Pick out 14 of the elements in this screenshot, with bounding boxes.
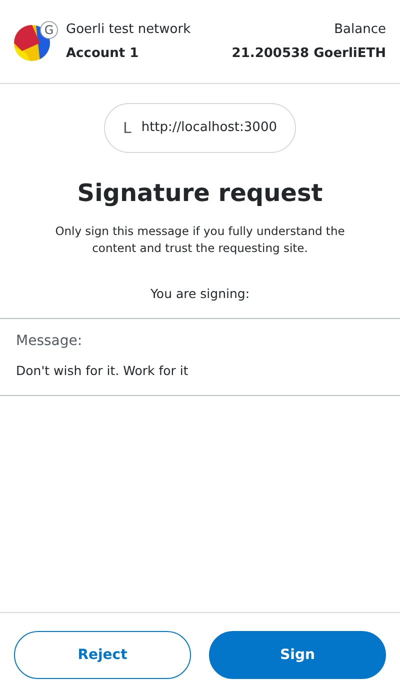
reject-button[interactable]: Reject [14, 631, 191, 679]
balance-label: Balance [334, 21, 386, 39]
warning-text: Only sign this message if you fully understand the content and trust the requesting site. [54, 223, 346, 257]
balance-amount: 21.200538 GoerliETH [232, 44, 386, 62]
signing-label: You are signing: [149, 285, 251, 303]
network-name: Goerli test network [66, 21, 191, 39]
site-url: http://localhost:3000 [141, 119, 277, 138]
message-label: Message: [16, 332, 84, 351]
page-title: Signature request [76, 178, 324, 209]
message-text: Don't wish for it. Work for it [16, 362, 190, 380]
sign-button[interactable]: Sign [209, 631, 386, 679]
site-initial: L [122, 118, 132, 139]
account-name: Account 1 [66, 44, 140, 62]
network-badge: G [40, 20, 58, 38]
